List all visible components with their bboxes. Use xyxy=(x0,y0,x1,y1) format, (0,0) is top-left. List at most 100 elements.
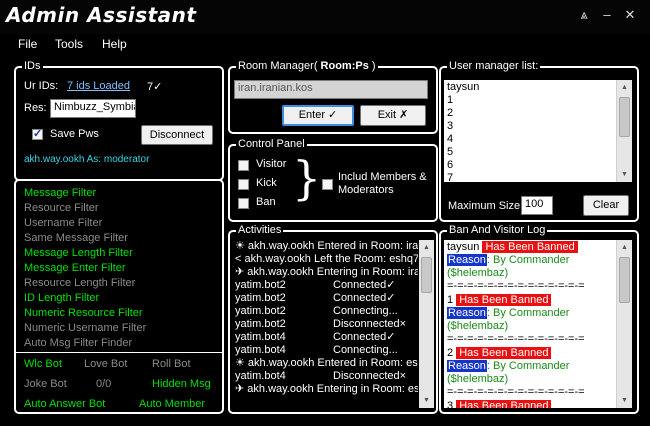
scroll-down-icon[interactable]: ▼ xyxy=(617,167,632,182)
ban-checkbox[interactable] xyxy=(238,198,249,209)
scroll-thumb[interactable] xyxy=(619,257,630,303)
list-item[interactable]: 7 xyxy=(447,172,453,182)
ban-separator: =-=-=-=-=-=-=-=-=-=-=-=-=-= xyxy=(447,280,585,292)
kick-checkbox[interactable] xyxy=(238,179,249,190)
list-item[interactable]: 3 xyxy=(447,120,453,133)
exit-room-button[interactable]: Exit ✗ xyxy=(360,105,426,126)
activities-scrollbar[interactable]: ▲ ▼ xyxy=(419,240,434,408)
filter-numeric-resource[interactable]: Numeric Resource Filter xyxy=(24,307,143,319)
activity-row: ✈ akh.way.ookh Entering in Room: es xyxy=(235,383,418,395)
visitor-checkbox[interactable] xyxy=(238,160,249,171)
activity-row: yatim.bot2 Connected✓ xyxy=(235,279,396,291)
scroll-down-icon[interactable]: ▼ xyxy=(617,393,632,408)
filter-id-length[interactable]: ID Length Filter xyxy=(24,292,99,304)
ban-log-scrollbar[interactable]: ▲ ▼ xyxy=(616,240,632,408)
brace-icon: } xyxy=(292,151,322,205)
list-item[interactable]: 5 xyxy=(447,146,453,159)
user-list-scrollbar[interactable]: ▲ ▼ xyxy=(616,80,632,182)
joke-bot-toggle[interactable]: Joke Bot xyxy=(24,378,67,390)
filter-resource-length[interactable]: Resource Length Filter xyxy=(24,277,135,289)
list-item[interactable]: 4 xyxy=(447,133,453,146)
activity-row: ☀ akh.way.ookh Entered in Room: es xyxy=(235,357,418,369)
activity-row: yatim.bot4 Disconnected× xyxy=(235,370,407,382)
app-title: Admin Assistant xyxy=(6,3,197,27)
ids-count: 7✓ xyxy=(147,81,163,93)
activity-row: yatim.bot2 Connecting... xyxy=(235,305,398,317)
filter-numeric-username[interactable]: Numeric Username Filter xyxy=(24,322,146,334)
ids-loaded-link[interactable]: 7 ids Loaded xyxy=(67,80,130,92)
close-icon[interactable]: ✕ xyxy=(620,6,640,24)
max-size-input[interactable]: 100 xyxy=(521,196,553,215)
user-list[interactable]: taysun 1 2 3 4 5 6 7 ▲ ▼ xyxy=(444,80,632,182)
scroll-up-icon[interactable]: ▲ xyxy=(419,240,434,255)
hidden-msg-toggle[interactable]: Hidden Msg xyxy=(152,378,211,390)
activities-list: ☀ akh.way.ookh Entered in Room: ira < ak… xyxy=(232,240,418,408)
love-bot-toggle[interactable]: Love Bot xyxy=(84,358,127,370)
ban-log-list[interactable]: taysun Has Been Banned Reason: By Comman… xyxy=(444,240,632,408)
wlc-bot-toggle[interactable]: Wlc Bot xyxy=(24,358,62,370)
scroll-thumb[interactable] xyxy=(619,97,630,137)
filter-message-length[interactable]: Message Length Filter xyxy=(24,247,133,259)
filter-username[interactable]: Username Filter xyxy=(24,217,102,229)
joke-count: 0/0 xyxy=(96,378,112,390)
room-manager-title: Room Manager( Room:Ps ) xyxy=(236,60,378,72)
scroll-up-icon[interactable]: ▲ xyxy=(617,240,632,255)
ban-log-panel: Ban And Visitor Log taysun Has Been Bann… xyxy=(439,224,639,414)
room-input[interactable]: iran.iranian.kos xyxy=(234,80,428,99)
scroll-thumb[interactable] xyxy=(421,257,432,293)
ids-panel: IDs Ur IDs: 7 ids Loaded 7✓ Res: Nimbuzz… xyxy=(14,60,224,181)
ban-reason: Reason: By Commander xyxy=(447,307,570,319)
ban-entry: 3 Has Been Banned xyxy=(447,400,552,408)
ban-reason: Reason: By Commander xyxy=(447,360,570,372)
enter-room-button[interactable]: Enter ✓ xyxy=(282,105,354,126)
ids-panel-title: IDs xyxy=(22,60,43,72)
user-manager-title: User manager list: xyxy=(447,60,541,72)
activities-panel: Activities ☀ akh.way.ookh Entered in Roo… xyxy=(228,224,438,414)
activity-row: yatim.bot4 Connected✓ xyxy=(235,331,396,343)
save-pws-label: Save Pws xyxy=(50,128,99,140)
ban-entry: 1 Has Been Banned xyxy=(447,294,552,307)
room-manager-panel: Room Manager( Room:Ps ) iran.iranian.kos… xyxy=(228,60,438,134)
filter-same-message[interactable]: Same Message Filter xyxy=(24,232,128,244)
menu-bar: File Tools Help xyxy=(0,34,650,56)
ban-commander: ($helembaz) xyxy=(447,320,509,332)
filter-message-enter[interactable]: Message Enter Filter xyxy=(24,262,125,274)
activities-title: Activities xyxy=(236,224,284,236)
clear-button[interactable]: Clear xyxy=(583,195,629,216)
list-item[interactable]: taysun xyxy=(447,81,479,94)
menu-help[interactable]: Help xyxy=(102,37,127,51)
menu-tools[interactable]: Tools xyxy=(55,37,83,51)
login-status: akh.way.ookh As: moderator xyxy=(24,154,150,165)
res-label: Res: xyxy=(24,102,47,114)
ban-separator: =-=-=-=-=-=-=-=-=-=-=-=-=-= xyxy=(447,386,585,398)
activity-row: ☀ akh.way.ookh Entered in Room: ira xyxy=(235,240,418,252)
filter-resource[interactable]: Resource Filter xyxy=(24,202,99,214)
minimize-icon[interactable]: ‒ xyxy=(597,6,617,24)
list-item[interactable]: 2 xyxy=(447,107,453,120)
include-members-checkbox[interactable] xyxy=(322,179,333,190)
kick-label: Kick xyxy=(256,177,277,189)
list-item[interactable]: 6 xyxy=(447,159,453,172)
activity-row: ✈ akh.way.ookh Entering in Room: ira xyxy=(235,266,418,278)
room-name: Room:Ps xyxy=(320,60,369,72)
auto-member-toggle[interactable]: Auto Member xyxy=(139,398,205,410)
ban-label: Ban xyxy=(256,196,276,208)
max-size-label: Maximum Size: xyxy=(448,200,524,212)
save-pws-checkbox[interactable] xyxy=(32,127,43,140)
ban-commander: ($helembaz) xyxy=(447,373,509,385)
filter-auto-msg-finder[interactable]: Auto Msg Filter Finder xyxy=(24,337,132,349)
scroll-down-icon[interactable]: ▼ xyxy=(419,393,434,408)
menu-file[interactable]: File xyxy=(18,37,37,51)
list-item[interactable]: 1 xyxy=(447,94,453,107)
scroll-up-icon[interactable]: ▲ xyxy=(617,80,632,95)
activity-row: < akh.way.ookh Left the Room: eshq7 xyxy=(235,253,418,265)
collapse-icon[interactable]: ⩓ xyxy=(574,6,594,24)
auto-answer-bot-toggle[interactable]: Auto Answer Bot xyxy=(24,398,105,410)
disconnect-button[interactable]: Disconnect xyxy=(141,125,213,145)
visitor-label: Visitor xyxy=(256,158,287,170)
roll-bot-toggle[interactable]: Roll Bot xyxy=(152,358,191,370)
activity-row: yatim.bot4 Connecting... xyxy=(235,344,398,356)
filter-message[interactable]: Message Filter xyxy=(24,187,96,199)
include-members-label: Includ Members & Moderators xyxy=(338,171,427,196)
res-input[interactable]: Nimbuzz_Symbia xyxy=(50,99,136,118)
